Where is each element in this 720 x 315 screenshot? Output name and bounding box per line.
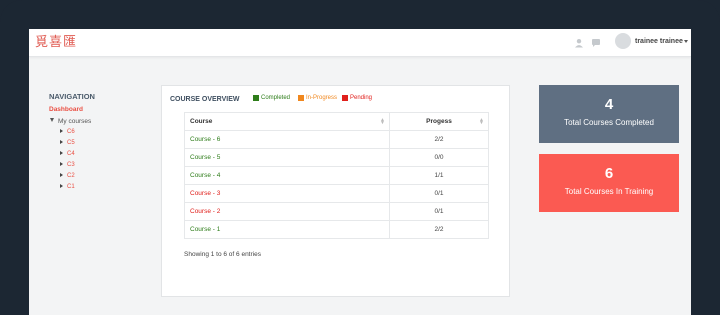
nav-course-item[interactable]: C3 [60, 162, 75, 168]
course-table: Course ▲ ▼ Progess ▲ ▼ Course - 6 2/2 Course… [184, 112, 489, 239]
nav-my-courses-label: My courses [58, 118, 92, 125]
progress-cell: 2/2 [389, 130, 489, 149]
caret-right-icon [60, 184, 63, 188]
navigation-title: NAVIGATION [49, 92, 95, 101]
progress-cell: 0/1 [389, 202, 489, 221]
top-bar: 覓喜匯 trainee trainee [29, 29, 691, 57]
legend-swatch [298, 95, 304, 101]
nav-my-courses[interactable]: My courses [50, 118, 91, 125]
caret-right-icon [60, 173, 63, 177]
table-header-row: Course ▲ ▼ Progess ▲ ▼ [184, 112, 489, 131]
caret-down-icon [50, 118, 54, 122]
stat-card-completed: 4 Total Courses Completed [539, 85, 679, 143]
logo[interactable]: 覓喜匯 [35, 36, 77, 50]
course-overview-panel: COURSE OVERVIEW Completed In-Progress Pe… [161, 85, 510, 297]
table-row: Course - 5 0/0 [184, 148, 489, 167]
column-header-progress[interactable]: Progess ▲ ▼ [389, 112, 489, 131]
table-row: Course - 6 2/2 [184, 130, 489, 149]
user-icon[interactable] [574, 38, 584, 48]
course-link[interactable]: Course - 5 [184, 148, 390, 167]
column-header-course[interactable]: Course ▲ ▼ [184, 112, 390, 131]
user-name[interactable]: trainee trainee [635, 38, 683, 45]
progress-cell: 0/1 [389, 184, 489, 203]
panel-title: COURSE OVERVIEW [170, 96, 240, 103]
legend-in-progress: In-Progress [298, 95, 337, 101]
screen: 覓喜匯 trainee trainee NAVIGATION Dashboard… [29, 29, 691, 315]
course-link[interactable]: Course - 2 [184, 202, 390, 221]
sort-icon[interactable]: ▲ ▼ [479, 118, 484, 126]
stat-label: Total Courses Completed [564, 118, 654, 127]
legend-swatch [342, 95, 348, 101]
legend-pending: Pending [342, 95, 372, 101]
course-link[interactable]: Course - 4 [184, 166, 390, 185]
progress-cell: 2/2 [389, 220, 489, 239]
entries-info: Showing 1 to 6 of 6 entries [184, 251, 261, 258]
nav-course-item[interactable]: C4 [60, 151, 75, 157]
progress-cell: 1/1 [389, 166, 489, 185]
caret-right-icon [60, 129, 63, 133]
nav-dashboard-link[interactable]: Dashboard [49, 106, 83, 113]
legend-completed: Completed [253, 95, 290, 101]
stat-number: 6 [604, 165, 614, 182]
sort-icon[interactable]: ▲ ▼ [380, 118, 385, 126]
table-row: Course - 3 0/1 [184, 184, 489, 203]
table-row: Course - 4 1/1 [184, 166, 489, 185]
progress-cell: 0/0 [389, 148, 489, 167]
table-row: Course - 2 0/1 [184, 202, 489, 221]
stat-card-in-training: 6 Total Courses In Training [539, 154, 679, 212]
nav-course-item[interactable]: C6 [60, 129, 75, 135]
table-row: Course - 1 2/2 [184, 220, 489, 239]
course-link[interactable]: Course - 6 [184, 130, 390, 149]
caret-right-icon [60, 140, 63, 144]
avatar[interactable] [615, 33, 631, 49]
nav-course-item[interactable]: C2 [60, 173, 75, 179]
caret-right-icon [60, 162, 63, 166]
nav-course-item[interactable]: C5 [60, 140, 75, 146]
legend-swatch [253, 95, 259, 101]
course-link[interactable]: Course - 1 [184, 220, 390, 239]
course-link[interactable]: Course - 3 [184, 184, 390, 203]
nav-course-item[interactable]: C1 [60, 184, 75, 190]
caret-right-icon [60, 151, 63, 155]
chat-icon[interactable] [591, 38, 601, 48]
stat-label: Total Courses In Training [564, 187, 654, 196]
chevron-down-icon[interactable] [684, 40, 688, 43]
stat-number: 4 [604, 96, 614, 113]
